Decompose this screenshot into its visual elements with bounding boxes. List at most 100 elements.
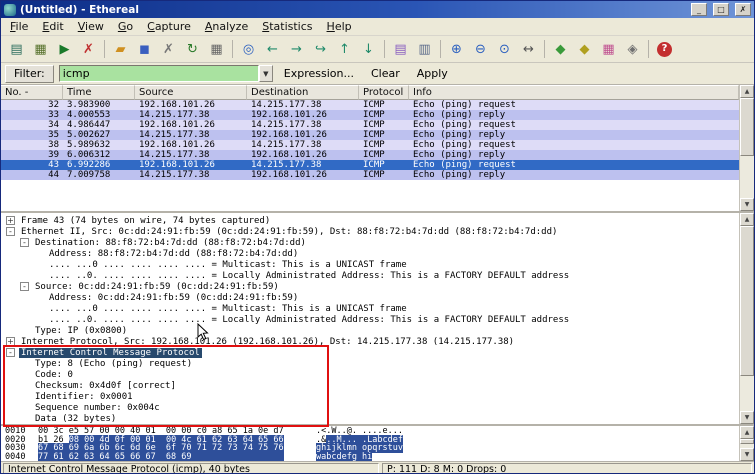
reload-button[interactable]: ↻ xyxy=(181,38,204,61)
detail-line[interactable]: - Internet Control Message Protocol xyxy=(1,347,739,358)
hex-scrollbar[interactable]: ▲ ▼ xyxy=(739,426,754,461)
column-header-destination[interactable]: Destination xyxy=(247,85,359,100)
menu-edit[interactable]: Edit xyxy=(35,18,70,35)
packet-row[interactable]: 33 4.000553 14.215.177.38 192.168.101.26 ICM… xyxy=(1,110,739,120)
zoom-in-button[interactable]: ⊕ xyxy=(445,38,468,61)
menu-go[interactable]: Go xyxy=(111,18,140,35)
capture-options-button[interactable]: ▦ xyxy=(29,38,52,61)
autoscroll-toggle-button[interactable]: ▥ xyxy=(413,38,436,61)
maximize-button[interactable]: □ xyxy=(713,3,729,16)
column-header-no[interactable]: No. - xyxy=(1,85,63,100)
go-back-button[interactable]: ← xyxy=(261,38,284,61)
detail-line[interactable]: Type: IP (0x0800) xyxy=(1,325,739,336)
scroll-down-icon[interactable]: ▼ xyxy=(740,411,754,424)
detail-line[interactable]: + Frame 43 (74 bytes on wire, 74 bytes ca… xyxy=(1,215,739,226)
detail-line[interactable]: Address: 88:f8:72:b4:7d:dd (88:f8:72:b4:… xyxy=(1,248,739,259)
column-header-time[interactable]: Time xyxy=(63,85,135,100)
zoom-out-button[interactable]: ⊖ xyxy=(469,38,492,61)
expression-button[interactable]: Expression... xyxy=(278,66,360,81)
go-to-packet-button[interactable]: ↪ xyxy=(309,38,332,61)
scroll-thumb[interactable] xyxy=(740,439,754,444)
collapse-icon[interactable]: - xyxy=(20,282,29,291)
expand-icon[interactable]: + xyxy=(6,337,15,346)
packet-list-scrollbar[interactable]: ▲ ▼ xyxy=(739,85,754,211)
display-filter-button[interactable]: ◆ xyxy=(573,38,596,61)
scroll-down-icon[interactable]: ▼ xyxy=(740,198,754,211)
scroll-track[interactable] xyxy=(740,439,754,448)
scroll-thumb[interactable] xyxy=(740,226,754,376)
filter-input[interactable] xyxy=(58,65,259,82)
detail-line[interactable]: Type: 8 (Echo (ping) request) xyxy=(1,358,739,369)
detail-line[interactable]: Identifier: 0x0001 xyxy=(1,391,739,402)
go-forward-button[interactable]: → xyxy=(285,38,308,61)
capture-start-button[interactable]: ▶ xyxy=(53,38,76,61)
expand-icon[interactable]: + xyxy=(6,216,15,225)
resize-columns-button[interactable]: ↔ xyxy=(517,38,540,61)
details-scrollbar[interactable]: ▲ ▼ xyxy=(739,213,754,424)
detail-line[interactable]: - Destination: 88:f8:72:b4:7d:dd (88:f8:7… xyxy=(1,237,739,248)
apply-button[interactable]: Apply xyxy=(411,66,454,81)
print-button[interactable]: ▦ xyxy=(205,38,228,61)
packet-row[interactable]: 39 6.006312 14.215.177.38 192.168.101.26 ICM… xyxy=(1,150,739,160)
capture-filter-button[interactable]: ◆ xyxy=(549,38,572,61)
detail-line[interactable]: .... ...0 .... .... .... .... = Multicas… xyxy=(1,259,739,270)
filter-dropdown-icon[interactable]: ▼ xyxy=(258,65,273,82)
minimize-button[interactable]: _ xyxy=(691,3,707,16)
scroll-track[interactable] xyxy=(740,226,754,411)
column-header-source[interactable]: Source xyxy=(135,85,247,100)
clear-button[interactable]: Clear xyxy=(365,66,406,81)
detail-text: Address: 88:f8:72:b4:7d:dd (88:f8:72:b4:… xyxy=(49,248,299,259)
menu-view[interactable]: View xyxy=(71,18,111,35)
scroll-up-icon[interactable]: ▲ xyxy=(740,426,754,439)
detail-line[interactable]: Sequence number: 0x004c xyxy=(1,402,739,413)
filter-button[interactable]: Filter: xyxy=(5,64,54,83)
detail-line[interactable]: Checksum: 0x4d0f [correct] xyxy=(1,380,739,391)
packet-row[interactable]: 38 5.989632 192.168.101.26 14.215.177.38 ICM… xyxy=(1,140,739,150)
scroll-track[interactable] xyxy=(740,98,754,198)
collapse-icon[interactable]: - xyxy=(20,238,29,247)
find-packet-button[interactable]: ◎ xyxy=(237,38,260,61)
open-file-button[interactable]: ▰ xyxy=(109,38,132,61)
go-to-bottom-button[interactable]: ↓ xyxy=(357,38,380,61)
capture-stop-button[interactable]: ✗ xyxy=(77,38,100,61)
column-header-protocol[interactable]: Protocol xyxy=(359,85,409,100)
packet-row[interactable]: 43 6.992286 192.168.101.26 14.215.177.38 ICM… xyxy=(1,160,739,170)
menu-capture[interactable]: Capture xyxy=(140,18,198,35)
menu-analyze[interactable]: Analyze xyxy=(198,18,255,35)
detail-line[interactable]: .... ..0. .... .... .... .... = Locally … xyxy=(1,270,739,281)
save-file-button[interactable]: ◼ xyxy=(133,38,156,61)
coloring-rules-button[interactable]: ▦ xyxy=(597,38,620,61)
list-interfaces-button[interactable]: ▤ xyxy=(5,38,28,61)
help-button[interactable]: ? xyxy=(653,38,676,61)
menu-help[interactable]: Help xyxy=(320,18,359,35)
detail-line[interactable]: - Source: 0c:dd:24:91:fb:59 (0c:dd:24:91:… xyxy=(1,281,739,292)
detail-line[interactable]: .... ..0. .... .... .... .... = Locally … xyxy=(1,314,739,325)
close-button[interactable]: ✗ xyxy=(735,3,751,16)
preferences-button[interactable]: ◈ xyxy=(621,38,644,61)
detail-line[interactable]: - Ethernet II, Src: 0c:dd:24:91:fb:59 (0c… xyxy=(1,226,739,237)
packet-row[interactable]: 32 3.983900 192.168.101.26 14.215.177.38 ICM… xyxy=(1,100,739,110)
colorize-toggle-button[interactable]: ▤ xyxy=(389,38,412,61)
title-bar[interactable]: (Untitled) - Ethereal _ □ ✗ xyxy=(1,1,754,18)
scroll-up-icon[interactable]: ▲ xyxy=(740,85,754,98)
zoom-100-button[interactable]: ⊙ xyxy=(493,38,516,61)
menu-statistics[interactable]: Statistics xyxy=(255,18,319,35)
packet-row[interactable]: 44 7.009758 14.215.177.38 192.168.101.26 ICM… xyxy=(1,170,739,180)
go-to-top-button[interactable]: ↑ xyxy=(333,38,356,61)
menu-file[interactable]: File xyxy=(3,18,35,35)
scroll-up-icon[interactable]: ▲ xyxy=(740,213,754,226)
detail-line[interactable]: Code: 0 xyxy=(1,369,739,380)
column-header-info[interactable]: Info xyxy=(409,85,739,100)
packet-row[interactable]: 35 5.002627 14.215.177.38 192.168.101.26 ICM… xyxy=(1,130,739,140)
scroll-thumb[interactable] xyxy=(740,98,754,156)
detail-line[interactable]: Address: 0c:dd:24:91:fb:59 (0c:dd:24:91:… xyxy=(1,292,739,303)
scroll-down-icon[interactable]: ▼ xyxy=(740,448,754,461)
hex-line[interactable]: 0040 77 61 62 63 64 65 66 67 68 69 wabcde… xyxy=(5,451,739,461)
collapse-icon[interactable]: - xyxy=(6,348,15,357)
detail-line[interactable]: .... ...0 .... .... .... .... = Multicas… xyxy=(1,303,739,314)
packet-row[interactable]: 34 4.986447 192.168.101.26 14.215.177.38 ICM… xyxy=(1,120,739,130)
detail-line[interactable]: + Internet Protocol, Src: 192.168.101.26 … xyxy=(1,336,739,347)
close-file-button[interactable]: ✗ xyxy=(157,38,180,61)
detail-line[interactable]: Data (32 bytes) xyxy=(1,413,739,424)
collapse-icon[interactable]: - xyxy=(6,227,15,236)
